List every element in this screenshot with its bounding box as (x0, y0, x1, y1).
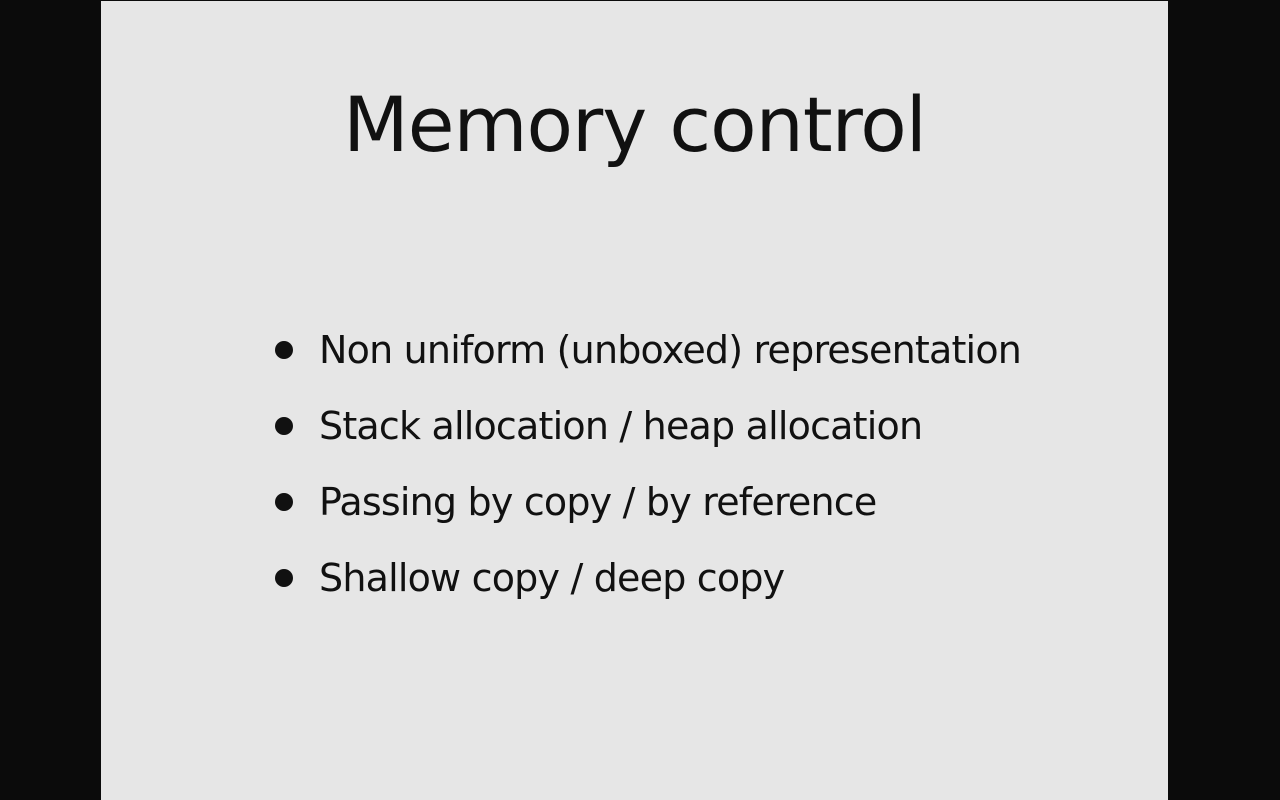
bullet-dot-icon (275, 341, 293, 359)
bullet-text: Stack allocation / heap allocation (319, 404, 923, 448)
bullet-text: Shallow copy / deep copy (319, 556, 785, 600)
bullet-dot-icon (275, 493, 293, 511)
bullet-dot-icon (275, 569, 293, 587)
bullet-text: Passing by copy / by reference (319, 480, 877, 524)
bullet-dot-icon (275, 417, 293, 435)
slide: Memory control Non uniform (unboxed) rep… (101, 1, 1168, 800)
presentation-stage: Memory control Non uniform (unboxed) rep… (0, 0, 1280, 800)
slide-title: Memory control (343, 80, 927, 169)
bullet-text: Non uniform (unboxed) representation (319, 328, 1022, 372)
